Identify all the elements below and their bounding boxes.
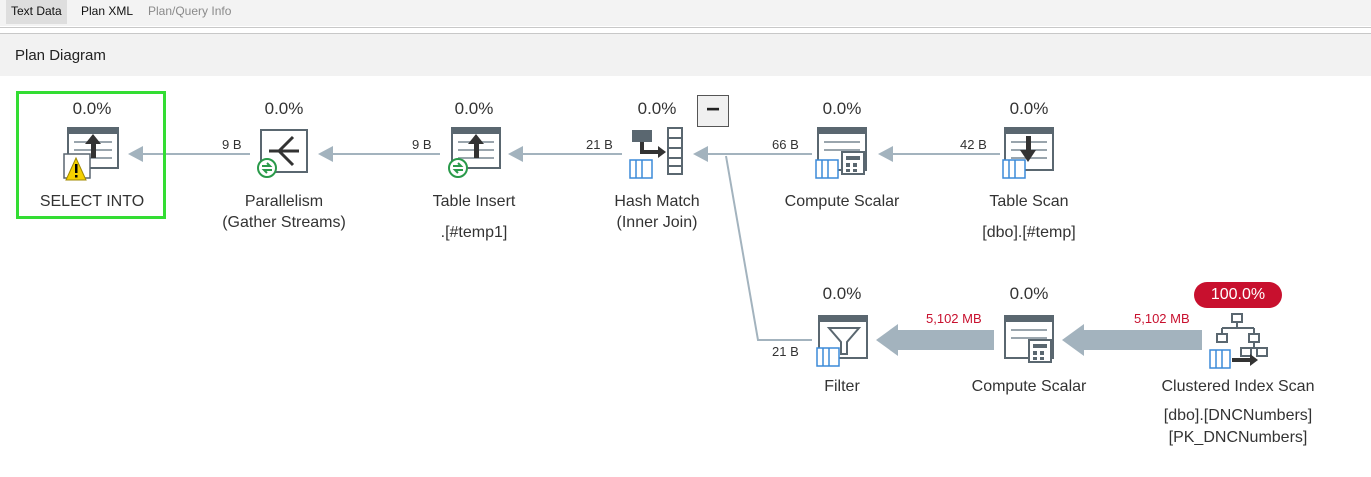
node-subtitle: .[#temp1] (440, 224, 508, 241)
edge-label: 9 B (412, 137, 432, 152)
node-cost: 0.0% (264, 99, 304, 118)
collapse-button[interactable]: − (697, 95, 729, 127)
node-subtitle: [PK_DNCNumbers] (1168, 429, 1308, 446)
edge-label: 5,102 MB (1134, 311, 1190, 326)
node-cost: 0.0% (72, 99, 112, 118)
node-cost-hot-badge: 100.0% (1194, 282, 1282, 308)
compute-scalar-icon[interactable] (999, 312, 1059, 370)
plan-diagram[interactable]: 9 B 9 B 21 B 66 B 42 B 21 B 5,102 MB 5,1… (0, 34, 1371, 477)
node-subtitle: (Inner Join) (616, 214, 698, 231)
node-name: Table Scan (989, 193, 1069, 210)
node-name: Hash Match (614, 193, 700, 210)
edge-label: 66 B (772, 137, 799, 152)
edge-label: 9 B (222, 137, 242, 152)
node-cost: 0.0% (454, 99, 494, 118)
node-name: Table Insert (432, 193, 516, 210)
node-cost: 0.0% (1009, 284, 1049, 303)
edge-label: 5,102 MB (926, 311, 982, 326)
table-scan-icon[interactable] (999, 124, 1059, 182)
tab-text-data[interactable]: Text Data (6, 0, 67, 24)
plan-diagram-panel: Plan Diagram 9 B 9 B 21 B 66 B 42 B 21 B… (0, 34, 1371, 477)
table-insert-icon[interactable] (444, 124, 504, 182)
divider (0, 27, 1371, 28)
node-name: Parallelism (244, 193, 324, 210)
clustered-index-scan-icon[interactable] (1208, 312, 1268, 370)
tab-bar: Text Data Plan XML Plan/Query Info (0, 0, 1371, 26)
parallelism-icon[interactable] (255, 124, 315, 182)
edge-label: 21 B (586, 137, 613, 152)
select-into-icon[interactable] (62, 124, 122, 182)
compute-scalar-icon[interactable] (812, 124, 872, 182)
hash-match-icon[interactable] (628, 124, 688, 182)
node-cost: 0.0% (822, 99, 862, 118)
node-name: SELECT INTO (39, 193, 145, 210)
node-name: Compute Scalar (784, 193, 900, 210)
node-subtitle: (Gather Streams) (222, 214, 346, 231)
edge-cis-compute2[interactable] (1062, 324, 1202, 356)
node-subtitle: [dbo].[#temp] (982, 224, 1076, 241)
node-name: Clustered Index Scan (1161, 378, 1315, 395)
filter-icon[interactable] (813, 312, 873, 370)
node-subtitle: [dbo].[DNCNumbers] (1163, 407, 1313, 424)
tab-plan-query-info[interactable]: Plan/Query Info (143, 0, 236, 24)
node-cost: 0.0% (1009, 99, 1049, 118)
edge-compute2-filter[interactable] (876, 324, 994, 356)
tab-plan-xml[interactable]: Plan XML (76, 0, 138, 24)
node-name: Compute Scalar (971, 378, 1087, 395)
edge-filter-hash[interactable] (725, 155, 812, 341)
node-name: Filter (824, 378, 860, 395)
edge-label: 42 B (960, 137, 987, 152)
edge-label: 21 B (772, 344, 799, 359)
node-cost: 0.0% (822, 284, 862, 303)
